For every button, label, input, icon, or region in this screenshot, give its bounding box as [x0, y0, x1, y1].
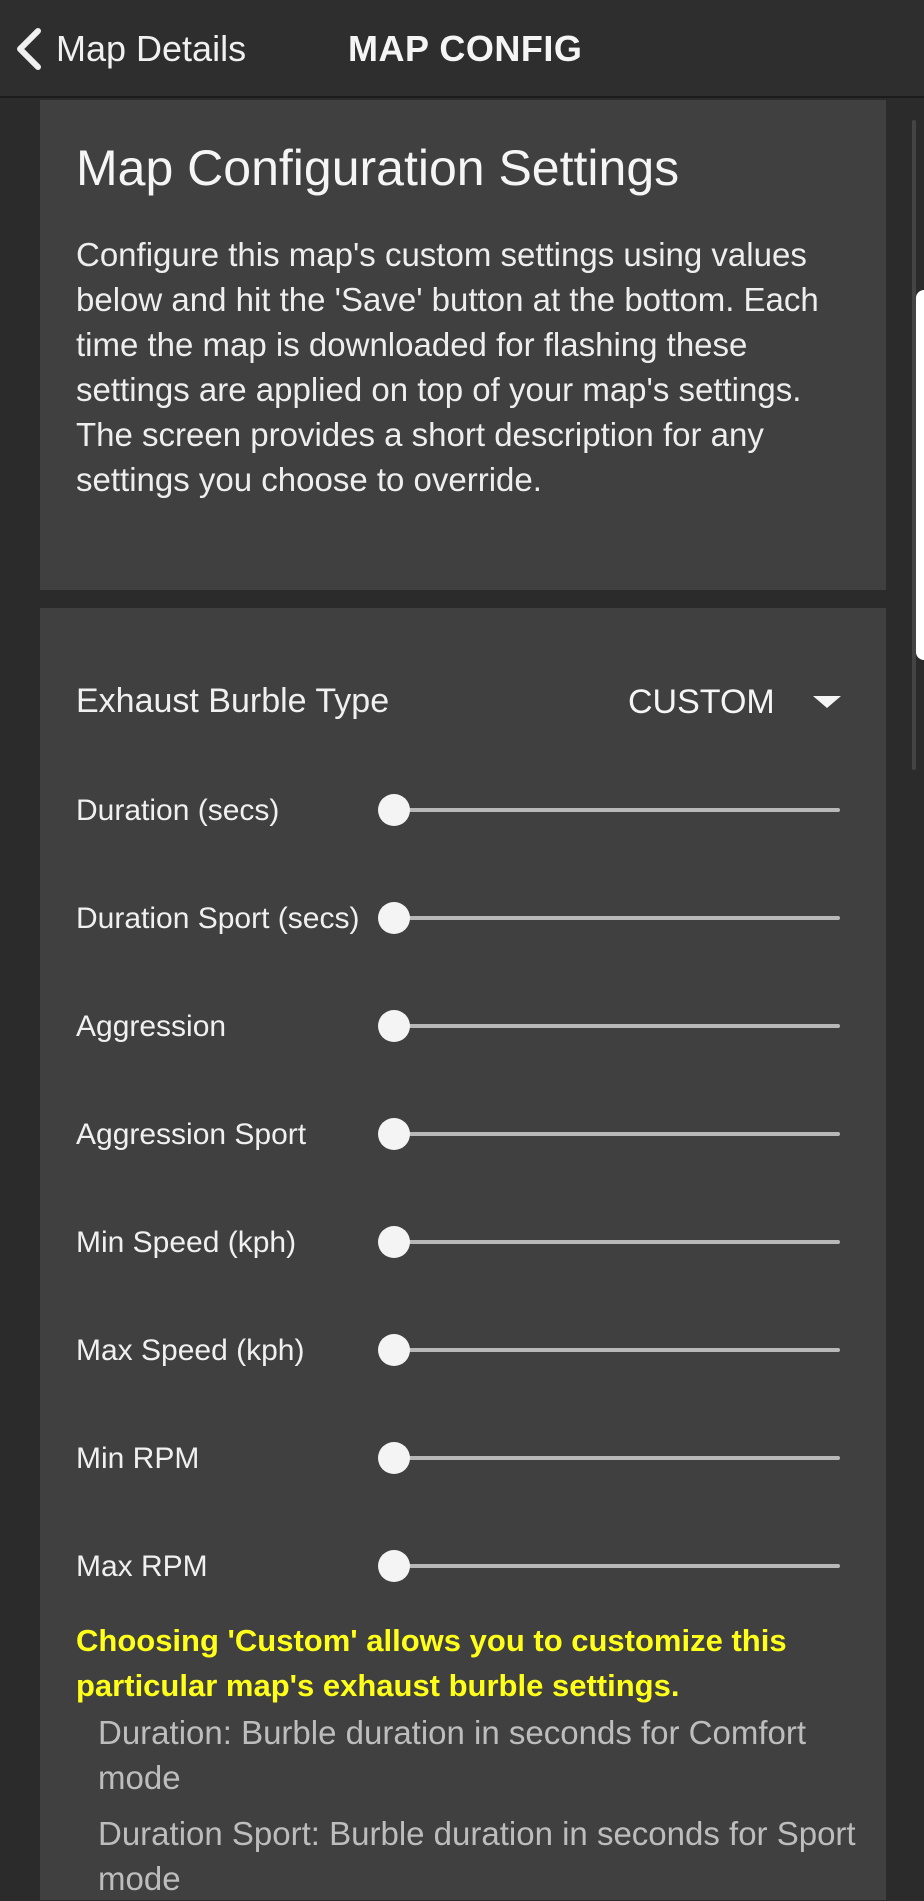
chevron-left-icon [14, 27, 44, 71]
slider-track[interactable] [394, 1456, 840, 1460]
slider-thumb[interactable] [378, 1550, 410, 1582]
caret-down-icon [812, 696, 841, 708]
slider-row-duration-sport: Duration Sport (secs) [40, 888, 886, 948]
slider-track[interactable] [394, 1564, 840, 1568]
burble-type-value: CUSTOM [628, 682, 775, 721]
slider-thumb[interactable] [378, 1226, 410, 1258]
slider-track[interactable] [394, 1348, 840, 1352]
slider-row-max-speed: Max Speed (kph) [40, 1320, 886, 1380]
slider-label: Aggression Sport [76, 1118, 307, 1151]
slider-row-duration: Duration (secs) [40, 780, 886, 840]
settings-card: Exhaust Burble Type CUSTOM Duration (sec… [40, 608, 886, 1900]
slider-track[interactable] [394, 1024, 840, 1028]
slider-track[interactable] [394, 916, 840, 920]
burble-type-row: Exhaust Burble Type CUSTOM [40, 672, 886, 732]
burble-type-dropdown[interactable]: CUSTOM [624, 672, 884, 732]
intro-title: Map Configuration Settings [76, 140, 680, 196]
slider-row-min-rpm: Min RPM [40, 1428, 886, 1488]
slider-row-min-speed: Min Speed (kph) [40, 1212, 886, 1272]
slider-thumb[interactable] [378, 1442, 410, 1474]
slider-label: Aggression [76, 1010, 227, 1043]
edge-panel-handle[interactable] [916, 290, 924, 660]
slider-label: Max Speed (kph) [76, 1334, 305, 1367]
intro-card: Map Configuration Settings Configure thi… [40, 100, 886, 590]
slider-thumb[interactable] [378, 902, 410, 934]
slider-label: Max RPM [76, 1550, 208, 1583]
slider-thumb[interactable] [378, 794, 410, 826]
slider-label: Min RPM [76, 1442, 200, 1475]
intro-description: Configure this map's custom settings usi… [76, 236, 819, 498]
back-button[interactable]: Map Details [14, 20, 246, 78]
slider-thumb[interactable] [378, 1010, 410, 1042]
top-app-bar: Map Details MAP CONFIG [0, 0, 924, 98]
slider-label: Min Speed (kph) [76, 1226, 297, 1259]
back-button-label: Map Details [56, 28, 247, 69]
page-title: MAP CONFIG [348, 28, 583, 69]
slider-thumb[interactable] [378, 1334, 410, 1366]
custom-note: Choosing 'Custom' allows you to customiz… [76, 1623, 787, 1703]
slider-thumb[interactable] [378, 1118, 410, 1150]
slider-row-aggression-sport: Aggression Sport [40, 1104, 886, 1164]
slider-label: Duration (secs) [76, 794, 280, 827]
slider-row-max-rpm: Max RPM [40, 1536, 886, 1596]
slider-track[interactable] [394, 1132, 840, 1136]
description-duration-sport: Duration Sport: Burble duration in secon… [98, 1815, 856, 1897]
slider-row-aggression: Aggression [40, 996, 886, 1056]
slider-label: Duration Sport (secs) [76, 902, 360, 935]
slider-track[interactable] [394, 808, 840, 812]
slider-track[interactable] [394, 1240, 840, 1244]
burble-type-label: Exhaust Burble Type [76, 682, 390, 720]
description-duration: Duration: Burble duration in seconds for… [98, 1714, 807, 1796]
